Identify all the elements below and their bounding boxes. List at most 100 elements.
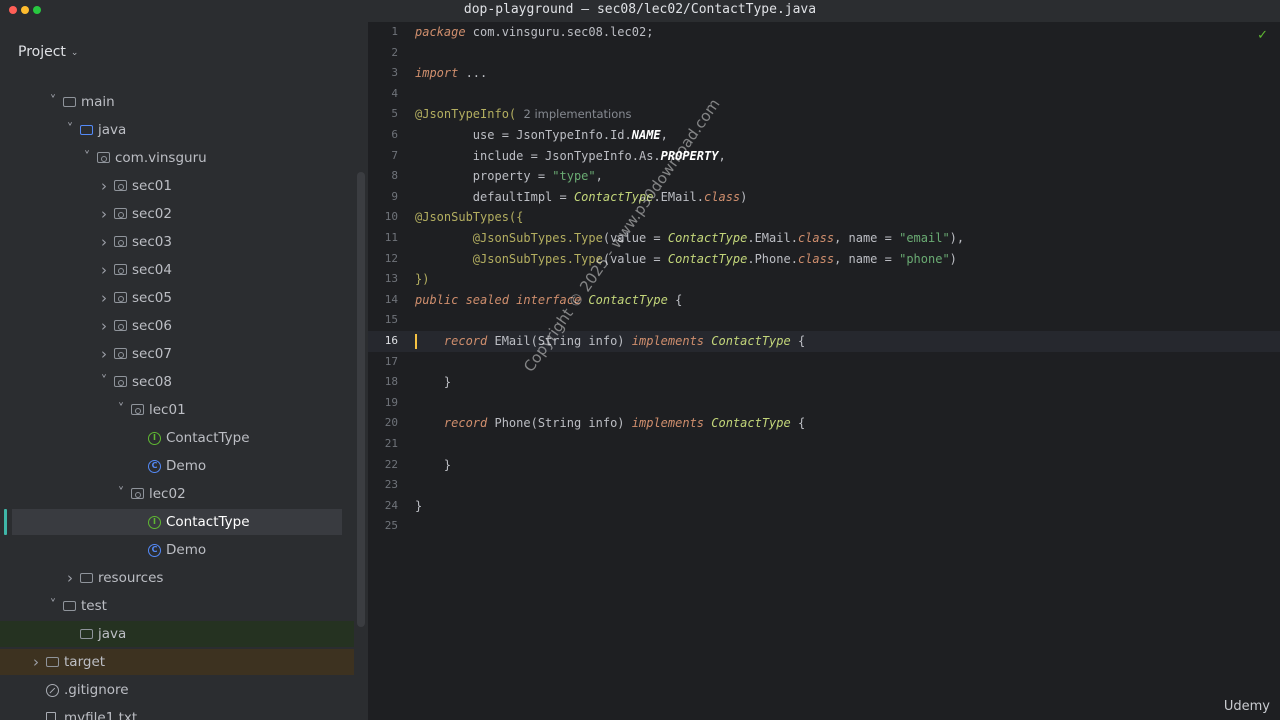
code-line[interactable]: 4 <box>368 84 1280 105</box>
line-number[interactable]: 12 <box>368 249 398 270</box>
tree-item[interactable]: › sec03 <box>0 229 354 255</box>
code-line[interactable]: 13}) <box>368 269 1280 290</box>
code-line[interactable]: 14 public sealed interface ContactType { <box>368 290 1280 311</box>
line-number[interactable]: 5 <box>368 104 398 125</box>
tree-item[interactable]: › sec07 <box>0 341 354 367</box>
code-line[interactable]: 18 } <box>368 372 1280 393</box>
chevron-right-icon[interactable]: › <box>98 341 110 367</box>
line-number[interactable]: 14 <box>368 290 398 311</box>
line-number[interactable]: 23 <box>368 475 398 496</box>
tree-item[interactable]: java <box>0 621 354 647</box>
code-text[interactable]: defaultImpl = ContactType.EMail.class) <box>415 187 748 208</box>
tree-item[interactable]: ˅ main <box>0 89 354 115</box>
code-text[interactable]: } <box>415 372 451 393</box>
tree-item[interactable]: ˅ lec01 <box>0 397 354 423</box>
sidebar-scrollbar[interactable] <box>357 172 365 627</box>
tree-item[interactable]: I ContactType <box>0 425 354 451</box>
code-text[interactable]: record Phone(String info) implements Con… <box>415 413 805 434</box>
chevron-down-icon[interactable]: ˅ <box>115 397 127 423</box>
code-line[interactable]: 9 defaultImpl = ContactType.EMail.class) <box>368 187 1280 208</box>
chevron-right-icon[interactable]: › <box>64 565 76 591</box>
code-text[interactable]: public sealed interface ContactType { <box>415 290 682 311</box>
code-line[interactable]: 25 <box>368 516 1280 537</box>
chevron-right-icon[interactable]: › <box>98 229 110 255</box>
implementations-inlay-hint[interactable]: 2 implementations <box>516 107 631 121</box>
tree-item[interactable]: › sec01 <box>0 173 354 199</box>
code-text[interactable]: import ... <box>415 63 487 84</box>
code-text[interactable]: @JsonSubTypes.Type(value = ContactType.P… <box>415 249 957 270</box>
code-text[interactable]: use = JsonTypeInfo.Id.NAME, <box>415 125 668 146</box>
code-line[interactable]: 8 property = "type", <box>368 166 1280 187</box>
tree-item[interactable]: › sec02 <box>0 201 354 227</box>
line-number[interactable]: 24 <box>368 496 398 517</box>
line-number[interactable]: 2 <box>368 43 398 64</box>
code-line[interactable]: 16 record EMail(String info) implements … <box>368 331 1280 352</box>
code-line[interactable]: 24} <box>368 496 1280 517</box>
code-line[interactable]: 10 @JsonSubTypes({ <box>368 207 1280 228</box>
tree-item[interactable]: ˅ java <box>0 117 354 143</box>
line-number[interactable]: 11 <box>368 228 398 249</box>
tree-item[interactable]: myfile1.txt <box>0 705 354 720</box>
chevron-down-icon[interactable]: ˅ <box>115 481 127 507</box>
tree-item[interactable]: › sec06 <box>0 313 354 339</box>
code-line[interactable]: 12 @JsonSubTypes.Type(value = ContactTyp… <box>368 249 1280 270</box>
chevron-right-icon[interactable]: › <box>98 257 110 283</box>
tree-item[interactable]: C Demo <box>0 453 354 479</box>
tree-item[interactable]: C Demo <box>0 537 354 563</box>
tree-item[interactable]: ˅ sec08 <box>0 369 354 395</box>
chevron-right-icon[interactable]: › <box>98 313 110 339</box>
code-text[interactable]: } <box>415 496 422 517</box>
code-line[interactable]: 11 @JsonSubTypes.Type(value = ContactTyp… <box>368 228 1280 249</box>
line-number[interactable]: 3 <box>368 63 398 84</box>
line-number[interactable]: 20 <box>368 413 398 434</box>
chevron-down-icon[interactable]: ˅ <box>98 369 110 395</box>
code-line[interactable]: 19 <box>368 393 1280 414</box>
chevron-right-icon[interactable]: › <box>30 649 42 675</box>
code-text[interactable]: @JsonSubTypes({ <box>415 207 523 228</box>
tree-item[interactable]: › target <box>0 649 354 675</box>
code-line[interactable]: 17 <box>368 352 1280 373</box>
tree-item[interactable]: ˅ lec02 <box>0 481 354 507</box>
tree-item[interactable]: › sec05 <box>0 285 354 311</box>
code-line[interactable]: 6 use = JsonTypeInfo.Id.NAME, <box>368 125 1280 146</box>
code-line[interactable]: 3 import ... <box>368 63 1280 84</box>
code-text[interactable]: @JsonTypeInfo( 2 implementations <box>415 104 632 125</box>
line-number[interactable]: 1 <box>368 22 398 43</box>
line-number[interactable]: 18 <box>368 372 398 393</box>
line-number[interactable]: 17 <box>368 352 398 373</box>
line-number[interactable]: 7 <box>368 146 398 167</box>
code-text[interactable]: property = "type", <box>415 166 603 187</box>
code-text[interactable]: package com.vinsguru.sec08.lec02; <box>415 22 653 43</box>
code-editor[interactable]: ✓ 1 package com.vinsguru.sec08.lec02; 2 3 im… <box>368 22 1280 720</box>
code-text[interactable]: @JsonSubTypes.Type(value = ContactType.E… <box>415 228 964 249</box>
chevron-down-icon[interactable]: ˅ <box>47 89 59 115</box>
chevron-down-icon[interactable]: ˅ <box>64 117 76 143</box>
line-number[interactable]: 6 <box>368 125 398 146</box>
line-number[interactable]: 19 <box>368 393 398 414</box>
code-line[interactable]: 5 @JsonTypeInfo( 2 implementations <box>368 104 1280 125</box>
chevron-down-icon[interactable]: ˅ <box>47 593 59 619</box>
line-number[interactable]: 9 <box>368 187 398 208</box>
code-text[interactable]: } <box>415 455 451 476</box>
tree-item[interactable]: I ContactType <box>4 509 342 535</box>
code-line[interactable]: 7 include = JsonTypeInfo.As.PROPERTY, <box>368 146 1280 167</box>
tree-item[interactable]: › sec04 <box>0 257 354 283</box>
code-line[interactable]: 1 package com.vinsguru.sec08.lec02; <box>368 22 1280 43</box>
chevron-down-icon[interactable]: ˅ <box>81 145 93 171</box>
tree-item[interactable]: › resources <box>0 565 354 591</box>
code-text[interactable]: record EMail(String info) implements Con… <box>415 331 805 352</box>
code-line[interactable]: 21 <box>368 434 1280 455</box>
project-view-dropdown[interactable]: Project ⌄ <box>18 44 78 60</box>
code-line[interactable]: 15 <box>368 310 1280 331</box>
tree-item[interactable]: .gitignore <box>0 677 354 703</box>
tree-item[interactable]: ˅ test <box>0 593 354 619</box>
code-text[interactable]: }) <box>415 269 429 290</box>
chevron-right-icon[interactable]: › <box>98 285 110 311</box>
chevron-right-icon[interactable]: › <box>98 201 110 227</box>
line-number[interactable]: 21 <box>368 434 398 455</box>
line-number[interactable]: 16 <box>368 331 398 352</box>
line-number[interactable]: 13 <box>368 269 398 290</box>
code-line[interactable]: 2 <box>368 43 1280 64</box>
code-line[interactable]: 20 record Phone(String info) implements … <box>368 413 1280 434</box>
line-number[interactable]: 25 <box>368 516 398 537</box>
